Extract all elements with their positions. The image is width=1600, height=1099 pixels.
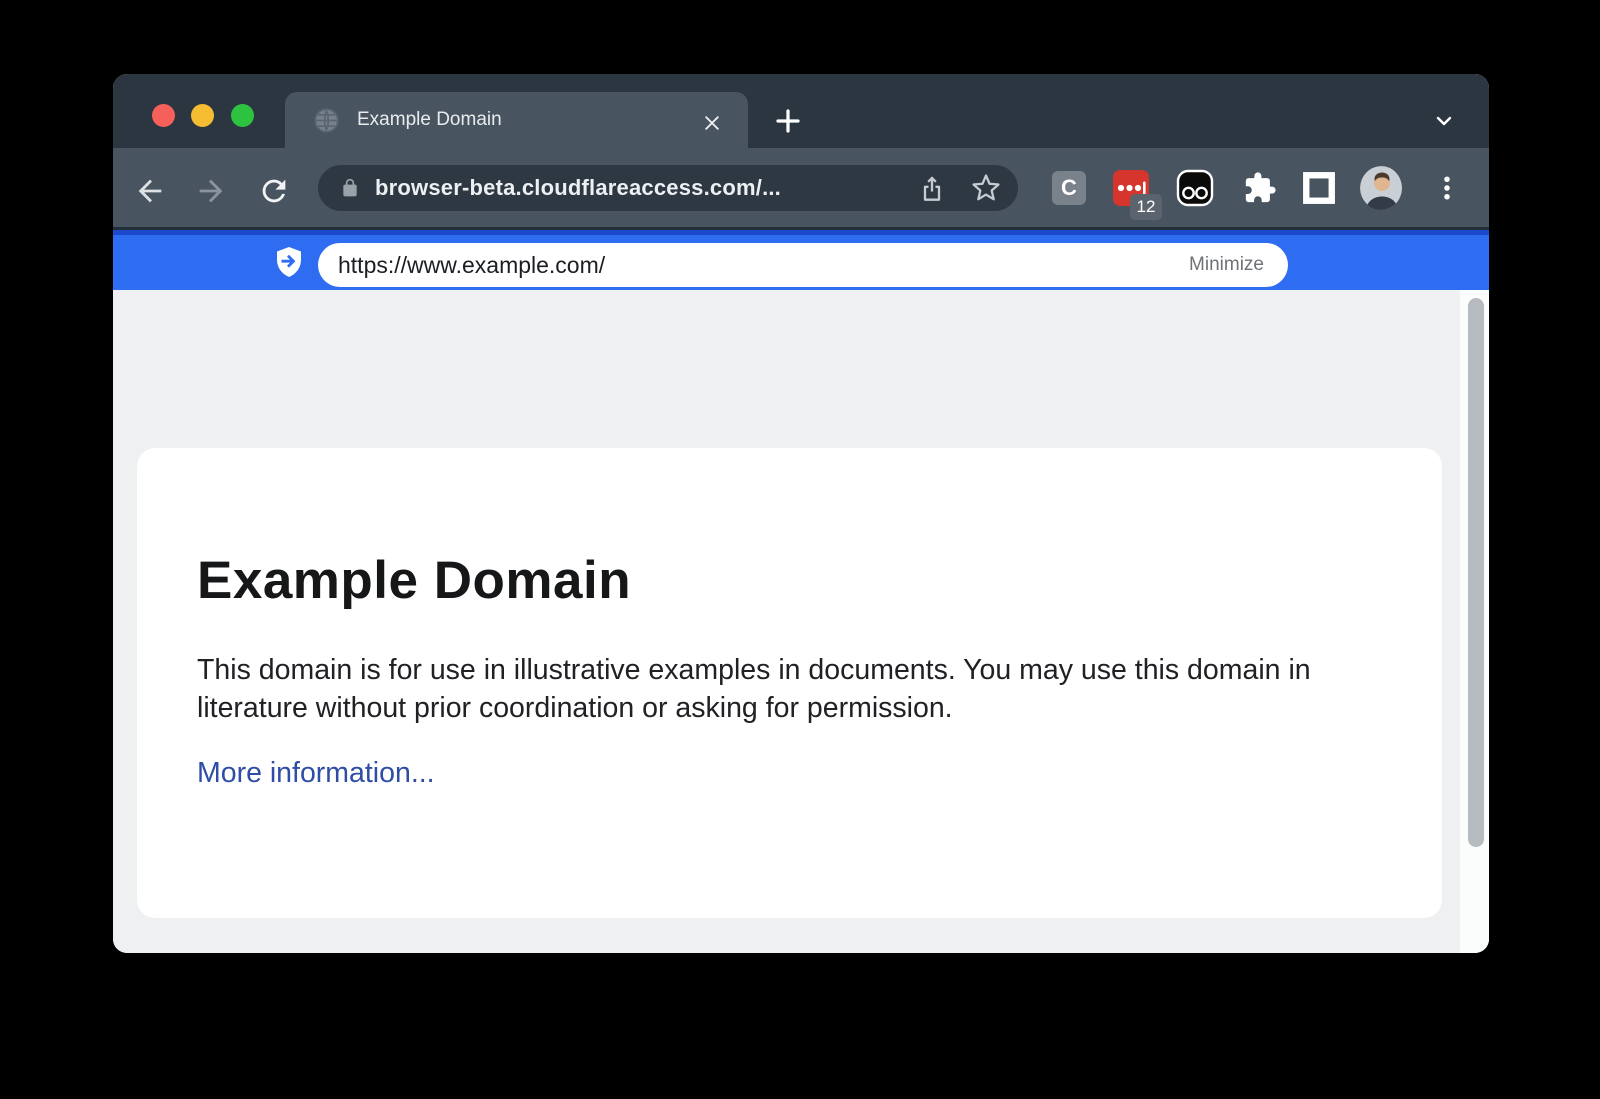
lastpass-extension-icon[interactable]: 12 bbox=[1110, 167, 1152, 209]
tab-close-icon[interactable] bbox=[696, 104, 728, 136]
address-bar[interactable]: browser-beta.cloudflareaccess.com/... bbox=[318, 165, 1018, 211]
isolation-url-bar: Minimize bbox=[113, 230, 1489, 290]
share-icon[interactable] bbox=[912, 168, 952, 208]
chrome-menu-kebab-icon[interactable] bbox=[1426, 167, 1468, 209]
scrollbar-thumb[interactable] bbox=[1468, 298, 1484, 847]
page-body-text: This domain is for use in illustrative e… bbox=[197, 651, 1317, 727]
avatar bbox=[1360, 166, 1402, 210]
tab-search-chevron-icon[interactable] bbox=[1430, 107, 1464, 135]
lastpass-tile: 12 bbox=[1113, 170, 1149, 206]
lastpass-badge-count: 12 bbox=[1130, 194, 1162, 220]
back-icon[interactable] bbox=[128, 166, 172, 210]
example-domain-card: Example Domain This domain is for use in… bbox=[137, 448, 1442, 918]
macos-close-button[interactable] bbox=[152, 104, 175, 127]
macos-zoom-button[interactable] bbox=[231, 104, 254, 127]
bookmark-star-icon[interactable] bbox=[966, 168, 1006, 208]
lock-icon[interactable] bbox=[340, 178, 360, 198]
forward-icon[interactable] bbox=[189, 166, 233, 210]
macos-minimize-button[interactable] bbox=[191, 104, 214, 127]
tab-strip: Example Domain bbox=[113, 74, 1489, 148]
reload-icon[interactable] bbox=[252, 166, 296, 210]
extensions-puzzle-icon[interactable] bbox=[1239, 167, 1281, 209]
tab-example-domain[interactable]: Example Domain bbox=[285, 92, 748, 148]
extension-c-icon[interactable]: C bbox=[1048, 167, 1090, 209]
page-viewport: Example Domain This domain is for use in… bbox=[113, 290, 1489, 953]
new-tab-button[interactable] bbox=[773, 104, 807, 138]
desktop-background: Example Domain bbox=[0, 0, 1600, 1099]
isolation-url-pill: Minimize bbox=[318, 243, 1288, 287]
extension-c-label: C bbox=[1052, 171, 1086, 205]
globe-favicon-icon bbox=[313, 107, 340, 134]
scrollbar-track[interactable] bbox=[1460, 290, 1489, 953]
tab-title: Example Domain bbox=[357, 109, 696, 131]
isolation-url-input[interactable] bbox=[338, 252, 1189, 279]
browser-toolbar: browser-beta.cloudflareaccess.com/... C bbox=[113, 148, 1489, 230]
minimize-bar-button[interactable]: Minimize bbox=[1189, 254, 1264, 276]
isolation-shield-icon bbox=[275, 246, 303, 278]
page-title: Example Domain bbox=[197, 550, 1382, 611]
address-bar-url: browser-beta.cloudflareaccess.com/... bbox=[375, 175, 912, 201]
more-information-link[interactable]: More information... bbox=[197, 757, 435, 790]
two-circle-extension-icon[interactable] bbox=[1174, 167, 1216, 209]
side-panel-icon[interactable] bbox=[1298, 167, 1340, 209]
browser-window: Example Domain bbox=[113, 74, 1489, 953]
profile-avatar[interactable] bbox=[1360, 167, 1402, 209]
